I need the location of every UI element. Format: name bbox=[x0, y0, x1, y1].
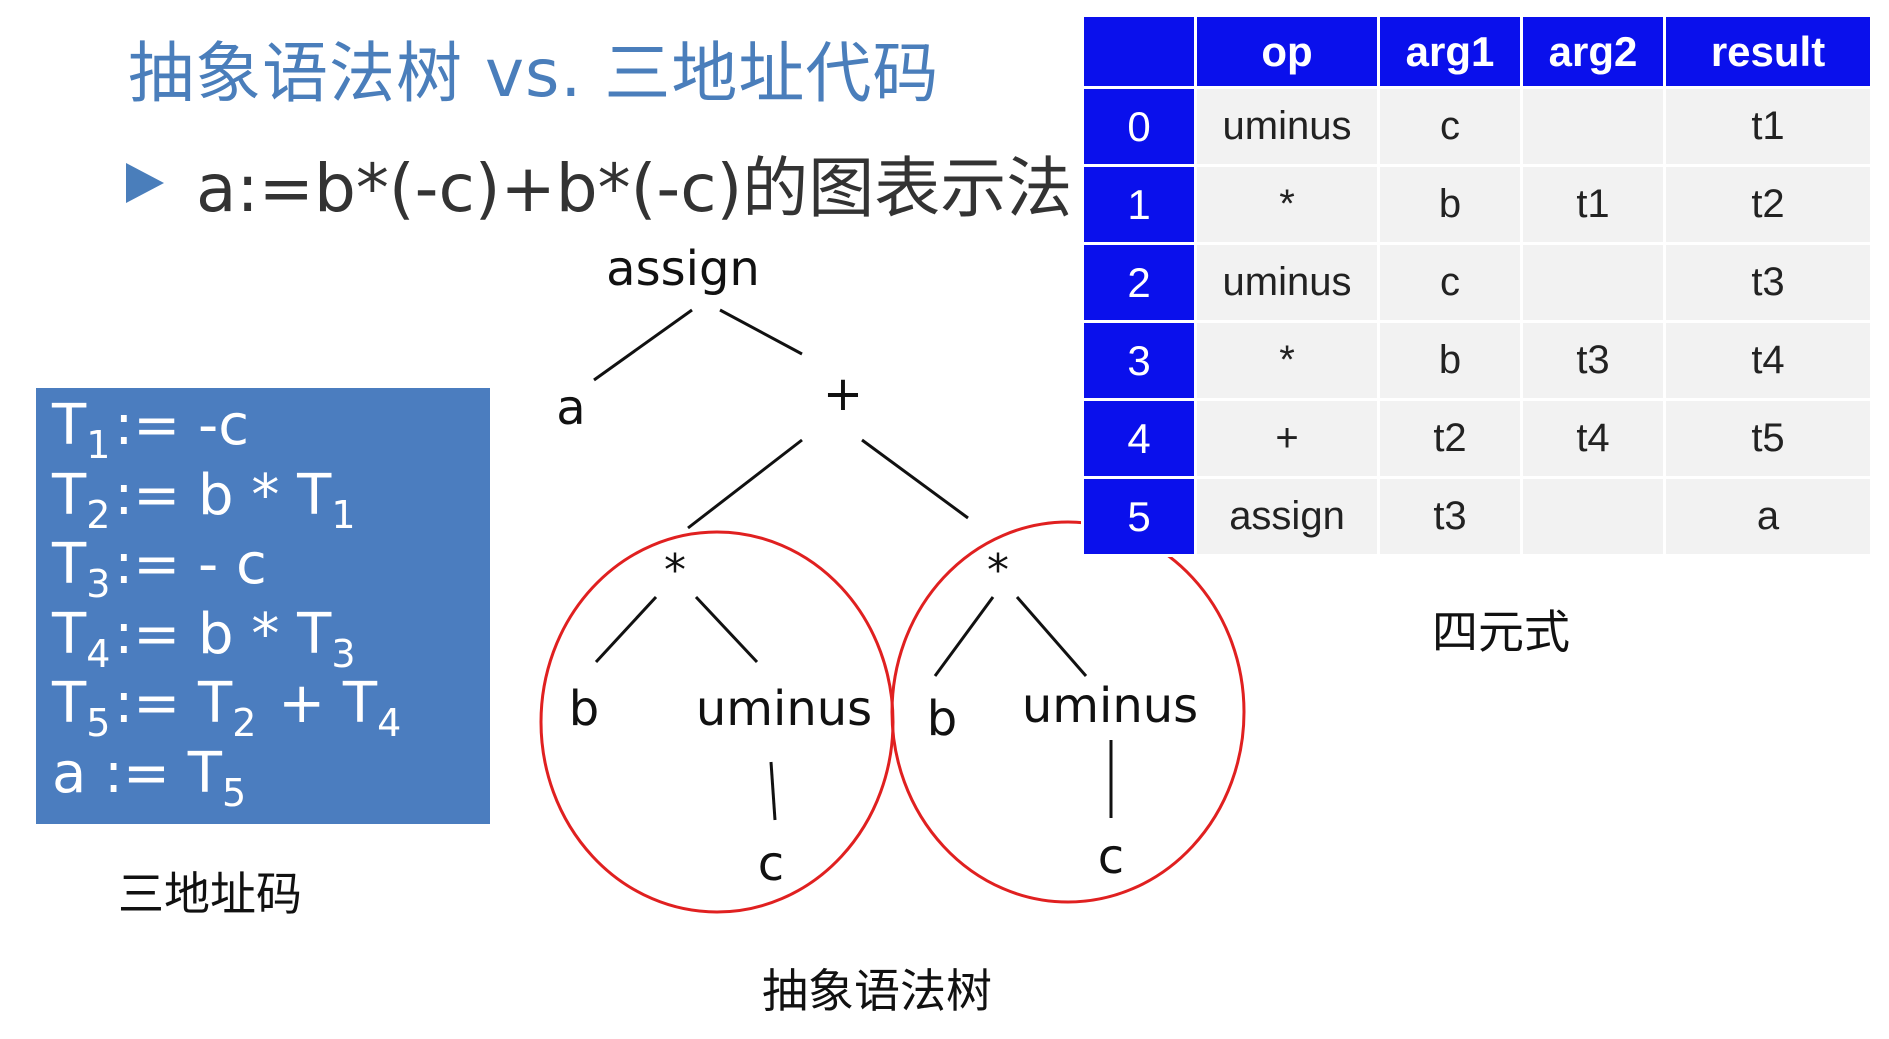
table-row: 1 * b t1 t2 bbox=[1084, 167, 1870, 242]
cell-arg1: t2 bbox=[1380, 401, 1520, 476]
cell-index: 5 bbox=[1084, 479, 1194, 554]
cell-result: t5 bbox=[1666, 401, 1870, 476]
edge-plus-left-star bbox=[687, 438, 803, 530]
cell-result: t1 bbox=[1666, 89, 1870, 164]
quadruples-table: op arg1 arg2 result 0 uminus c t1 1 * b t1 t2 2 uminu… bbox=[1081, 14, 1873, 557]
edge-left-uminus-c bbox=[769, 761, 777, 821]
syntax-tree-caption: 抽象语法树 bbox=[762, 964, 992, 1018]
cell-op: + bbox=[1197, 401, 1377, 476]
node-a: a bbox=[556, 380, 585, 436]
edge-right-star-uminus bbox=[1015, 596, 1088, 677]
column-header bbox=[1084, 17, 1194, 86]
table-row: 5 assign t3 a bbox=[1084, 479, 1870, 554]
cell-result: t2 bbox=[1666, 167, 1870, 242]
node-left-c: c bbox=[758, 836, 784, 892]
cell-result: t3 bbox=[1666, 245, 1870, 320]
node-right-uminus: uminus bbox=[1022, 678, 1198, 734]
edge-left-star-b bbox=[594, 595, 658, 664]
table-row: 0 uminus c t1 bbox=[1084, 89, 1870, 164]
column-header: result bbox=[1666, 17, 1870, 86]
node-left-star: * bbox=[664, 545, 686, 596]
cell-arg1: t3 bbox=[1380, 479, 1520, 554]
edge-left-star-uminus bbox=[694, 595, 759, 664]
cell-op: * bbox=[1197, 323, 1377, 398]
edge-assign-plus bbox=[719, 308, 803, 356]
cell-arg1: b bbox=[1380, 323, 1520, 398]
node-plus: + bbox=[823, 366, 863, 422]
edge-right-star-b bbox=[933, 596, 995, 677]
cell-arg2: t4 bbox=[1523, 401, 1663, 476]
cell-index: 3 bbox=[1084, 323, 1194, 398]
table-row: 4 + t2 t4 t5 bbox=[1084, 401, 1870, 476]
cell-op: uminus bbox=[1197, 245, 1377, 320]
cell-index: 2 bbox=[1084, 245, 1194, 320]
cell-arg2: t3 bbox=[1523, 323, 1663, 398]
cell-op: assign bbox=[1197, 479, 1377, 554]
edge-plus-right-star bbox=[861, 438, 969, 520]
cell-op: uminus bbox=[1197, 89, 1377, 164]
column-header: arg1 bbox=[1380, 17, 1520, 86]
cell-arg1: c bbox=[1380, 89, 1520, 164]
node-left-uminus: uminus bbox=[696, 681, 872, 737]
cell-arg2: t1 bbox=[1523, 167, 1663, 242]
table-row: 3 * b t3 t4 bbox=[1084, 323, 1870, 398]
node-left-b: b bbox=[569, 681, 599, 737]
cell-arg2 bbox=[1523, 245, 1663, 320]
edge-assign-a bbox=[593, 308, 693, 382]
quadruples-body: 0 uminus c t1 1 * b t1 t2 2 uminus c t3 3 * b t3 t4 4 + t2 t4… bbox=[1084, 89, 1870, 554]
cell-arg2 bbox=[1523, 89, 1663, 164]
cell-arg1: b bbox=[1380, 167, 1520, 242]
quadruples-header-row: op arg1 arg2 result bbox=[1084, 17, 1870, 86]
node-assign: assign bbox=[606, 241, 760, 297]
cell-index: 1 bbox=[1084, 167, 1194, 242]
node-right-b: b bbox=[927, 691, 957, 747]
cell-index: 0 bbox=[1084, 89, 1194, 164]
cell-index: 4 bbox=[1084, 401, 1194, 476]
column-header: op bbox=[1197, 17, 1377, 86]
cell-arg2 bbox=[1523, 479, 1663, 554]
quadruples-caption: 四元式 bbox=[1432, 605, 1570, 659]
cell-op: * bbox=[1197, 167, 1377, 242]
cell-result: t4 bbox=[1666, 323, 1870, 398]
table-row: 2 uminus c t3 bbox=[1084, 245, 1870, 320]
cell-arg1: c bbox=[1380, 245, 1520, 320]
node-right-star: * bbox=[987, 545, 1009, 596]
node-right-c: c bbox=[1098, 829, 1124, 885]
column-header: arg2 bbox=[1523, 17, 1663, 86]
cell-result: a bbox=[1666, 479, 1870, 554]
